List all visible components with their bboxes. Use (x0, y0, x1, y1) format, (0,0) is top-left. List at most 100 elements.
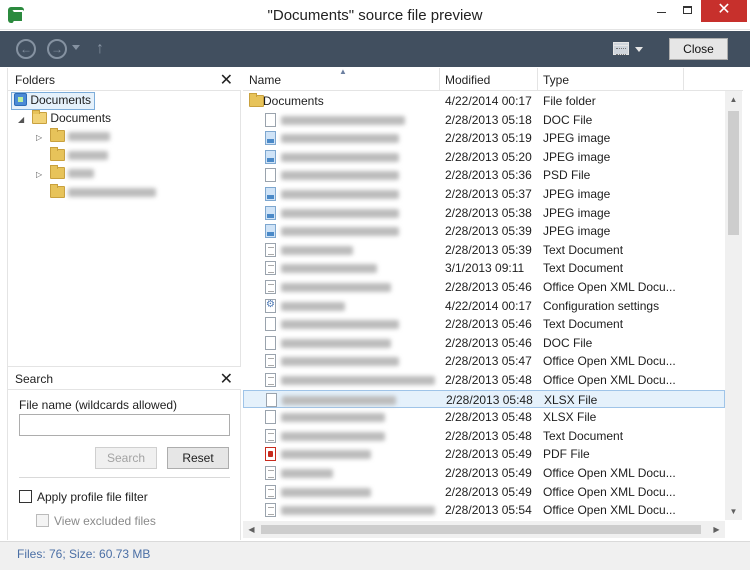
blurred-file-name (282, 395, 396, 405)
file-type: JPEG image (543, 149, 611, 164)
file-row[interactable]: 2/28/2013 05:46 Office Open XML Docu... (243, 278, 725, 296)
file-row[interactable]: 2/28/2013 05:49 PDF File (243, 445, 725, 463)
tree-subfolder[interactable] (50, 128, 111, 147)
back-button[interactable]: ← (16, 39, 36, 59)
doc-file-icon (265, 112, 276, 127)
maximize-button[interactable] (674, 0, 700, 22)
file-row[interactable]: 2/28/2013 05:19 JPEG image (243, 129, 725, 147)
file-row[interactable]: 2/28/2013 05:39 Text Document (243, 241, 725, 259)
forward-button[interactable]: → (47, 39, 67, 59)
blurred-file-name (281, 264, 377, 274)
img-file-icon (265, 187, 276, 201)
view-excluded-checkbox[interactable] (36, 514, 49, 527)
file-type: Office Open XML Docu... (543, 280, 676, 294)
vertical-scrollbar[interactable]: ▲ ▼ (725, 91, 742, 520)
file-row[interactable]: 2/28/2013 05:18 DOC File (243, 111, 725, 129)
folders-title: Folders (15, 73, 56, 87)
file-modified: 2/28/2013 05:49 (445, 447, 532, 462)
file-name-input[interactable] (19, 414, 230, 436)
file-modified: 3/1/2013 09:11 (445, 261, 525, 276)
file-row[interactable]: 2/28/2013 05:48 XLSX File (243, 408, 725, 426)
tree-root-documents[interactable]: Documents (11, 92, 96, 110)
column-header-type[interactable]: Type (543, 73, 569, 87)
txt-file-icon (265, 466, 276, 480)
file-modified: 2/28/2013 05:37 (445, 187, 532, 201)
search-button[interactable]: Search (95, 447, 157, 469)
file-type: Text Document (543, 242, 624, 257)
window-close-button[interactable]: ✕ (701, 0, 747, 22)
column-header-name[interactable]: Name (249, 73, 281, 87)
file-modified: 2/28/2013 05:48 (446, 392, 533, 407)
tree-subfolder[interactable] (50, 165, 95, 184)
blurred-file-name (281, 506, 435, 516)
vertical-scroll-thumb[interactable] (728, 111, 739, 235)
scroll-right-icon[interactable]: ▶ (708, 521, 725, 538)
file-modified: 2/28/2013 05:36 (445, 168, 532, 183)
column-header-modified[interactable]: Modified (445, 73, 490, 87)
apply-filter-checkbox[interactable] (19, 490, 32, 503)
status-text: Files: 76; Size: 60.73 MB (17, 547, 151, 561)
file-modified: 2/28/2013 05:39 (445, 224, 532, 239)
scroll-up-icon[interactable]: ▲ (725, 91, 742, 108)
file-row[interactable]: 2/28/2013 05:49 Office Open XML Docu... (243, 483, 725, 501)
file-type: Text Document (543, 317, 624, 332)
file-row[interactable]: Documents 4/22/2014 00:17 File folder (243, 92, 725, 110)
folders-close-icon[interactable]: ✕ (220, 70, 233, 90)
horizontal-scrollbar[interactable]: ◀ ▶ (243, 521, 725, 538)
file-type: Office Open XML Docu... (543, 373, 676, 387)
column-separator[interactable] (683, 68, 684, 91)
tree-collapsed-icon[interactable]: ▷ (36, 133, 42, 142)
file-modified: 2/28/2013 05:49 (445, 466, 532, 480)
blurred-file-name (281, 376, 435, 385)
file-modified: 2/28/2013 05:46 (445, 280, 532, 294)
tree-item-documents[interactable]: Documents (32, 110, 111, 129)
column-separator[interactable] (439, 68, 440, 91)
txt-file-icon (265, 428, 276, 443)
file-row[interactable]: 2/28/2013 05:48 XLSX File (243, 389, 725, 408)
file-row[interactable]: 4/22/2014 00:17 Configuration settings (243, 297, 725, 315)
file-row[interactable]: 2/28/2013 05:47 Office Open XML Docu... (243, 352, 725, 370)
view-mode-icon[interactable] (613, 42, 629, 55)
blurred-file-name (281, 134, 399, 144)
txt-file-icon (265, 373, 276, 387)
file-modified: 2/28/2013 05:54 (445, 503, 532, 518)
file-row[interactable]: 2/28/2013 05:48 Text Document (243, 427, 725, 445)
file-type: JPEG image (543, 224, 611, 239)
file-modified: 2/28/2013 05:46 (445, 335, 532, 350)
file-type: JPEG image (543, 131, 611, 146)
tree-subfolder[interactable] (50, 147, 109, 166)
file-row[interactable]: 2/28/2013 05:48 Office Open XML Docu... (243, 371, 725, 389)
doc-file-icon (266, 392, 277, 407)
blurred-file-name (281, 227, 399, 237)
up-button[interactable]: ↑ (96, 40, 104, 58)
txt-file-icon (265, 503, 276, 518)
forward-dropdown-icon[interactable] (72, 45, 80, 50)
file-row[interactable]: 2/28/2013 05:39 JPEG image (243, 222, 725, 240)
file-row[interactable]: 2/28/2013 05:46 DOC File (243, 334, 725, 352)
file-type: Office Open XML Docu... (543, 466, 676, 480)
file-row[interactable]: 2/28/2013 05:38 JPEG image (243, 204, 725, 222)
tree-expanded-icon[interactable]: ◢ (18, 115, 24, 124)
file-row[interactable]: 2/28/2013 05:36 PSD File (243, 166, 725, 184)
file-row[interactable]: 2/28/2013 05:46 Text Document (243, 315, 725, 333)
search-close-icon[interactable]: ✕ (220, 369, 233, 389)
tree-subfolder[interactable] (50, 184, 157, 203)
pdf-file-icon (265, 447, 276, 462)
reset-button[interactable]: Reset (167, 447, 229, 469)
tree-collapsed-icon[interactable]: ▷ (36, 170, 42, 179)
file-row[interactable]: 2/28/2013 05:49 Office Open XML Docu... (243, 464, 725, 482)
column-separator[interactable] (537, 68, 538, 91)
close-button[interactable]: Close (669, 38, 728, 60)
blurred-file-name (281, 208, 399, 218)
view-dropdown-icon[interactable] (635, 47, 643, 52)
txt-file-icon (265, 484, 276, 499)
file-row[interactable]: 2/28/2013 05:37 JPEG image (243, 185, 725, 203)
folder-icon (50, 147, 65, 161)
scroll-down-icon[interactable]: ▼ (725, 503, 742, 520)
horizontal-scroll-thumb[interactable] (261, 525, 701, 534)
file-row[interactable]: 2/28/2013 05:54 Office Open XML Docu... (243, 501, 725, 519)
file-row[interactable]: 2/28/2013 05:20 JPEG image (243, 148, 725, 166)
minimize-button[interactable] (648, 0, 674, 22)
file-row[interactable]: 3/1/2013 09:11 Text Document (243, 259, 725, 277)
scroll-left-icon[interactable]: ◀ (243, 521, 260, 538)
